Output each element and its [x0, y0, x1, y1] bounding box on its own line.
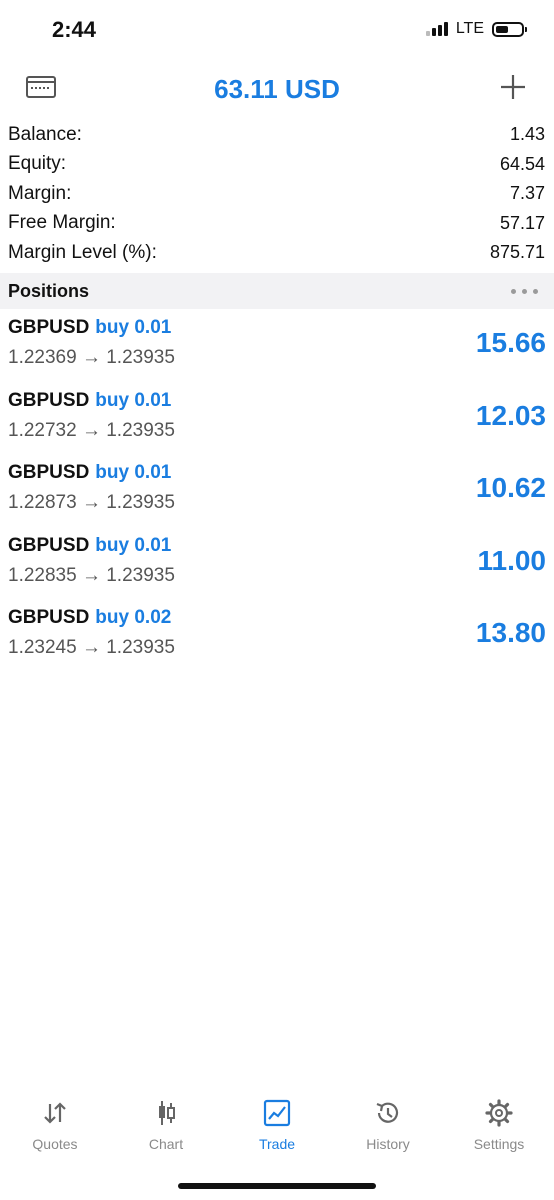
summary-value: 57.17 — [499, 212, 545, 233]
battery-icon — [492, 21, 527, 37]
position-prices: 1.22873 → 1.23935 — [8, 492, 175, 513]
position-prices: 1.22369 → 1.23935 — [8, 347, 175, 368]
tab-label: Trade — [258, 1136, 296, 1152]
trade-chart-icon — [263, 1099, 291, 1127]
summary-free-margin: Free Margin: 57.17 — [0, 209, 554, 239]
tab-settings[interactable]: Settings — [444, 1098, 554, 1152]
position-prices: 1.22835 → 1.23935 — [8, 564, 175, 586]
status-bar: 2:44 LTE — [0, 0, 554, 62]
summary-value: 1.43 — [509, 124, 545, 145]
tab-label: Chart — [148, 1136, 184, 1152]
history-clock-icon — [376, 1102, 399, 1123]
summary-label: Free Margin: — [8, 212, 116, 234]
gear-icon — [485, 1099, 513, 1127]
tab-label: Quotes — [32, 1136, 78, 1152]
summary-balance: Balance: 1.43 — [0, 120, 554, 150]
quotes-arrows-icon — [44, 1102, 66, 1124]
position-prices: 1.23245 → 1.23935 — [8, 637, 175, 658]
positions-list: GBPUSD buy 0.01 1.22369 → 1.23935 15.66 G… — [0, 311, 554, 674]
position-side: buy 0.01 — [95, 462, 172, 483]
positions-title: Positions — [8, 281, 90, 301]
position-profit: 11.00 — [477, 544, 546, 576]
position-side: buy 0.02 — [95, 607, 172, 628]
tab-quotes[interactable]: Quotes — [0, 1098, 110, 1152]
position-side: buy 0.01 — [95, 389, 172, 411]
tab-trade[interactable]: Trade — [222, 1098, 332, 1152]
summary-margin-level: Margin Level (%): 875.71 — [0, 238, 554, 268]
account-total: 63.11 USD — [214, 74, 340, 104]
summary-value: 64.54 — [499, 153, 545, 174]
position-row[interactable]: GBPUSD buy 0.01 1.22369 → 1.23935 15.66 — [0, 311, 554, 384]
position-profit: 15.66 — [475, 327, 546, 358]
status-indicators: LTE — [425, 20, 527, 38]
more-options-icon[interactable] — [511, 289, 538, 294]
summary-label: Margin Level (%): — [8, 241, 157, 263]
position-symbol: GBPUSD — [8, 389, 90, 411]
tab-label: Settings — [473, 1136, 525, 1152]
position-profit: 13.80 — [475, 617, 546, 648]
position-symbol: GBPUSD — [8, 607, 90, 628]
summary-value: 875.71 — [489, 242, 545, 263]
position-symbol: GBPUSD — [8, 534, 90, 556]
account-summary: Balance: 1.43 Equity: 64.54 Margin: 7.37 Fr… — [0, 120, 554, 268]
summary-equity: Equity: 64.54 — [0, 150, 554, 180]
position-symbol: GBPUSD — [8, 317, 90, 338]
signal-icon — [425, 22, 448, 36]
candlestick-icon — [159, 1101, 175, 1125]
position-row[interactable]: GBPUSD buy 0.01 1.22732 → 1.23935 12.03 — [0, 384, 554, 457]
tab-history[interactable]: History — [333, 1098, 443, 1152]
position-row[interactable]: GBPUSD buy 0.01 1.22835 → 1.23935 11.00 — [0, 529, 554, 602]
positions-section-header: Positions — [0, 273, 554, 309]
summary-label: Equity: — [8, 153, 67, 175]
tab-chart[interactable]: Chart — [111, 1098, 221, 1152]
tab-label: History — [366, 1136, 410, 1152]
summary-label: Balance: — [8, 123, 82, 145]
position-profit: 10.62 — [475, 472, 546, 503]
header: 63.11 USD — [0, 62, 554, 118]
position-side: buy 0.01 — [95, 317, 172, 338]
position-prices: 1.22732 → 1.23935 — [8, 419, 175, 441]
position-side: buy 0.01 — [95, 534, 172, 556]
status-time: 2:44 — [52, 17, 97, 42]
summary-margin: Margin: 7.37 — [0, 179, 554, 209]
summary-value: 7.37 — [509, 183, 545, 204]
position-row[interactable]: GBPUSD buy 0.01 1.22873 → 1.23935 10.62 — [0, 456, 554, 529]
plus-icon[interactable] — [500, 74, 526, 100]
position-profit: 12.03 — [475, 399, 546, 431]
position-row[interactable]: GBPUSD buy 0.02 1.23245 → 1.23935 13.80 — [0, 601, 554, 674]
position-symbol: GBPUSD — [8, 462, 90, 483]
network-label: LTE — [455, 20, 484, 37]
home-indicator[interactable] — [178, 1183, 376, 1189]
summary-label: Margin: — [8, 182, 72, 204]
